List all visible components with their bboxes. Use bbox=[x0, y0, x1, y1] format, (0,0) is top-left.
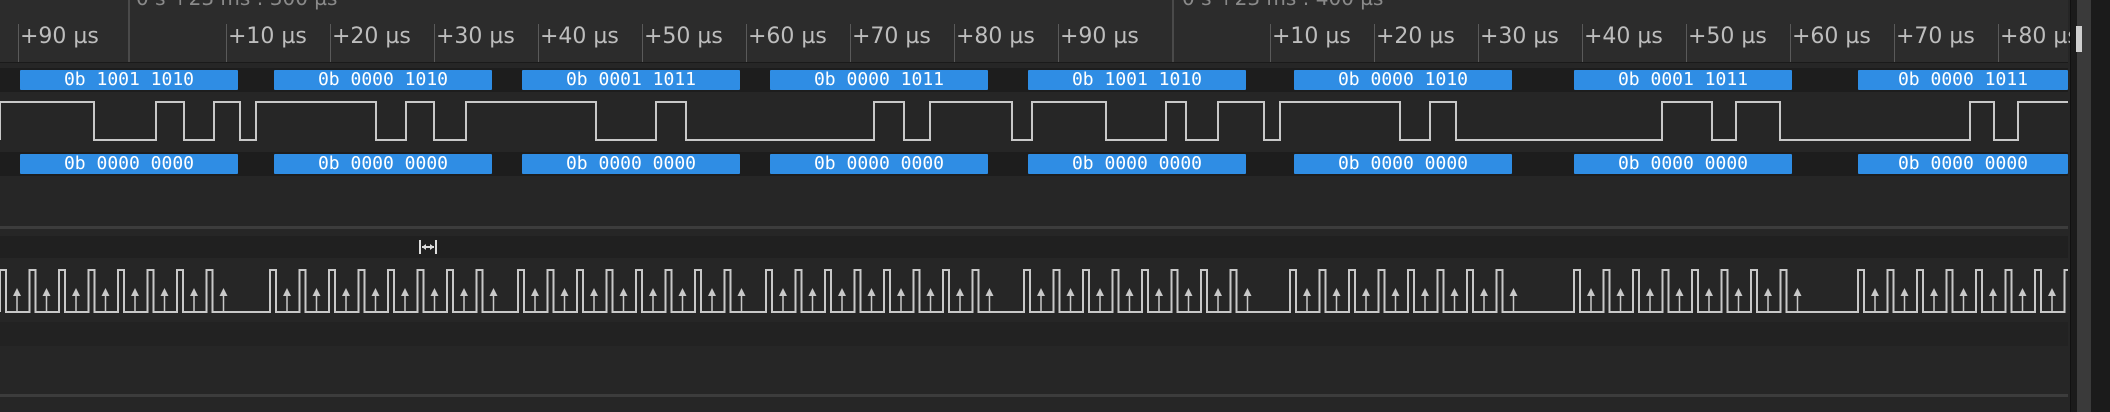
channel-separator bbox=[0, 226, 2068, 229]
bus-value-pill[interactable]: 0b 0000 0000 bbox=[274, 154, 492, 174]
ruler-tick-label: +10 µs bbox=[1272, 24, 1351, 49]
bus-value-pill[interactable]: 0b 0000 1011 bbox=[1858, 70, 2068, 90]
ruler-tick-line bbox=[1894, 24, 1895, 62]
ruler-tick-label: +20 µs bbox=[332, 24, 411, 49]
ruler-tick-label: +40 µs bbox=[1584, 24, 1663, 49]
ruler-tick-label: +30 µs bbox=[436, 24, 515, 49]
clock-channel-signal[interactable] bbox=[0, 262, 2068, 322]
ruler-tick-line bbox=[330, 24, 331, 62]
ruler-tick-label: +80 µs bbox=[956, 24, 1035, 49]
ruler-tick-line bbox=[1686, 24, 1687, 62]
ruler-tick-line bbox=[1998, 24, 1999, 62]
bus-value-pill[interactable]: 0b 0000 1010 bbox=[1294, 70, 1512, 90]
bus-value-pill[interactable]: 0b 0001 1011 bbox=[522, 70, 740, 90]
ruler-tick-line bbox=[642, 24, 643, 62]
logic-analyzer-view: 0 s +23 ms : 300 µs 0 s +23 ms : 400 µs … bbox=[0, 0, 2110, 412]
bus-value-pill[interactable]: 0b 1001 1010 bbox=[20, 70, 238, 90]
ruler-tick-line bbox=[746, 24, 747, 62]
time-ruler[interactable]: 0 s +23 ms : 300 µs 0 s +23 ms : 400 µs … bbox=[0, 0, 2079, 63]
ruler-tick-line bbox=[18, 24, 19, 62]
ruler-tick-label: +80 µs bbox=[2000, 24, 2079, 49]
ruler-tick-label: +60 µs bbox=[1792, 24, 1871, 49]
ruler-major-line bbox=[128, 0, 130, 62]
ruler-tick-line bbox=[954, 24, 955, 62]
ruler-tick-label: +90 µs bbox=[20, 24, 99, 49]
ruler-major-line bbox=[1172, 0, 1174, 62]
ruler-section-label: 0 s +23 ms : 300 µs bbox=[136, 0, 337, 10]
digital-channel-signal[interactable] bbox=[0, 96, 2068, 148]
ruler-tick-line bbox=[538, 24, 539, 62]
bus-value-pill[interactable]: 0b 0000 0000 bbox=[770, 154, 988, 174]
ruler-tick-line bbox=[1270, 24, 1271, 62]
ruler-tick-label: +70 µs bbox=[852, 24, 931, 49]
bus-value-pill[interactable]: 0b 0000 0000 bbox=[20, 154, 238, 174]
marker-lane[interactable] bbox=[0, 236, 2068, 258]
ruler-tick-label: +60 µs bbox=[748, 24, 827, 49]
bus-value-pill[interactable]: 0b 0000 0000 bbox=[1028, 154, 1246, 174]
ruler-tick-label: +10 µs bbox=[228, 24, 307, 49]
ruler-tick-line bbox=[1374, 24, 1375, 62]
ruler-tick-line bbox=[1058, 24, 1059, 62]
ruler-tick-line bbox=[850, 24, 851, 62]
clock-trace bbox=[0, 269, 2068, 313]
ruler-tick-line bbox=[1790, 24, 1791, 62]
bus-value-pill[interactable]: 0b 0000 0000 bbox=[522, 154, 740, 174]
ruler-tick-label: +90 µs bbox=[1060, 24, 1139, 49]
scrollbar-thumb[interactable] bbox=[2077, 0, 2091, 412]
ruler-tick-label: +20 µs bbox=[1376, 24, 1455, 49]
ruler-tick-label: +50 µs bbox=[1688, 24, 1767, 49]
ruler-tick-label: +70 µs bbox=[1896, 24, 1975, 49]
vertical-scrollbar[interactable] bbox=[2070, 0, 2110, 412]
bus-value-pill[interactable]: 0b 0000 0000 bbox=[1574, 154, 1792, 174]
ruler-section-label: 0 s +23 ms : 400 µs bbox=[1182, 0, 1383, 10]
ruler-tick-line bbox=[1478, 24, 1479, 62]
ruler-tick-label: +40 µs bbox=[540, 24, 619, 49]
measure-cursor-icon[interactable] bbox=[418, 237, 438, 257]
ruler-tick-label: +50 µs bbox=[644, 24, 723, 49]
channel-separator bbox=[0, 394, 2068, 397]
bus-value-pill[interactable]: 0b 1001 1010 bbox=[1028, 70, 1246, 90]
bus-value-pill[interactable]: 0b 0000 0000 bbox=[1294, 154, 1512, 174]
signal-trace bbox=[0, 101, 2068, 141]
ruler-tick-label: +30 µs bbox=[1480, 24, 1559, 49]
scrollbar-grip[interactable] bbox=[2076, 26, 2082, 52]
ruler-tick-line bbox=[226, 24, 227, 62]
bus-value-pill[interactable]: 0b 0000 1010 bbox=[274, 70, 492, 90]
bus-value-pill[interactable]: 0b 0000 1011 bbox=[770, 70, 988, 90]
ruler-tick-line bbox=[434, 24, 435, 62]
bus-value-pill[interactable]: 0b 0001 1011 bbox=[1574, 70, 1792, 90]
empty-channel bbox=[0, 322, 2068, 346]
ruler-tick-line bbox=[1582, 24, 1583, 62]
bus-value-pill[interactable]: 0b 0000 0000 bbox=[1858, 154, 2068, 174]
